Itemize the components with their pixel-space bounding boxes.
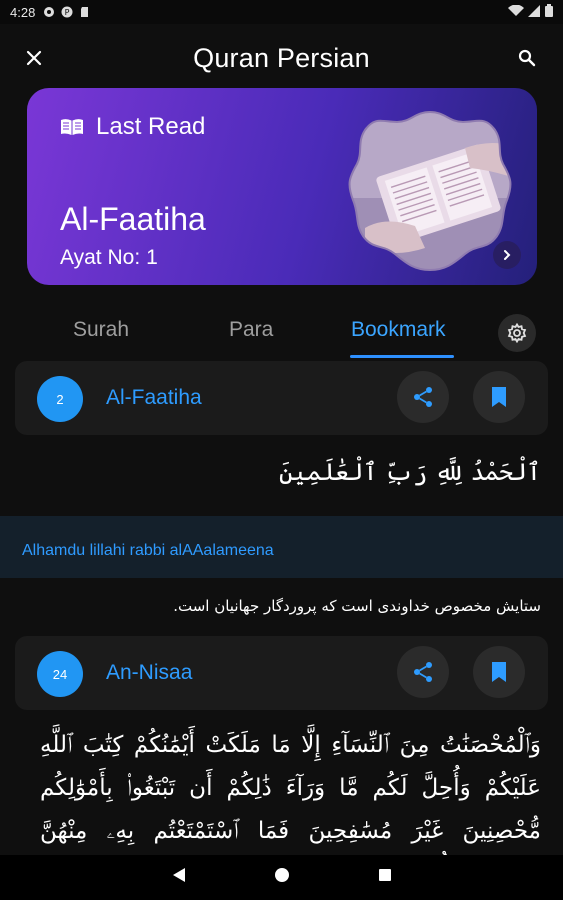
tab-bookmark[interactable]: Bookmark	[351, 318, 446, 342]
battery-icon	[545, 4, 553, 20]
status-bar: 4:28 P	[0, 0, 563, 24]
last-read-header: Last Read	[60, 113, 205, 141]
tab-bar: Surah Para Bookmark	[0, 310, 563, 360]
settings-button[interactable]	[498, 314, 536, 352]
transliteration-band: Alhamdu lillahi rabbi alAAalameena	[0, 516, 563, 578]
chevron-right-icon	[504, 250, 511, 260]
tab-surah[interactable]: Surah	[73, 318, 129, 342]
ayah-number-badge: 24	[37, 651, 83, 697]
quran-book-illustration	[345, 108, 515, 273]
share-icon	[414, 662, 432, 682]
share-button[interactable]	[397, 371, 449, 423]
last-read-label: Last Read	[96, 113, 206, 140]
share-button[interactable]	[397, 646, 449, 698]
ayah-translation: ستایش مخصوص خداوندی است که پروردگار جهان…	[173, 597, 541, 615]
recents-button[interactable]	[378, 868, 392, 887]
recents-square-icon	[378, 869, 391, 881]
ayat-number: 1	[146, 246, 158, 269]
home-circle-icon	[274, 868, 289, 882]
last-read-surah: Al-Faatiha	[60, 201, 206, 237]
active-tab-indicator	[350, 355, 454, 358]
continue-reading-button[interactable]	[493, 241, 521, 269]
signal-icon	[528, 4, 541, 20]
last-read-card[interactable]: Last Read Al-Faatiha Ayat No: 1	[27, 88, 537, 285]
bookmark-surah-name: Al-Faatiha	[106, 386, 202, 409]
svg-text:P: P	[65, 8, 70, 17]
gear-icon	[507, 323, 527, 343]
sd-card-icon	[79, 6, 91, 18]
status-time: 4:28	[10, 4, 36, 20]
ayah-transliteration: Alhamdu lillahi rabbi alAAalameena	[22, 542, 274, 559]
tab-para[interactable]: Para	[229, 318, 273, 342]
bookmark-button[interactable]	[473, 371, 525, 423]
bookmark-button[interactable]	[473, 646, 525, 698]
bookmark-surah-name: An-Nisaa	[106, 661, 193, 684]
ayah-arabic-text: ٱلْحَمْدُ لِلَّهِ رَبِّ ٱلْعَٰلَمِينَ	[279, 458, 541, 486]
wifi-icon	[508, 4, 524, 20]
system-nav-bar	[0, 855, 563, 900]
close-button[interactable]	[20, 44, 48, 72]
share-icon	[414, 387, 432, 407]
bookmark-icon	[492, 387, 506, 407]
ayat-label: Ayat No:	[60, 246, 141, 269]
back-button[interactable]	[172, 867, 186, 888]
search-button[interactable]	[513, 44, 541, 72]
bookmark-row[interactable]: 2 Al-Faatiha	[15, 361, 548, 435]
app-title: Quran Persian	[193, 42, 370, 73]
bookmark-icon	[492, 662, 506, 682]
close-icon	[26, 50, 42, 66]
back-triangle-icon	[172, 868, 185, 882]
book-icon	[61, 119, 83, 135]
home-button[interactable]	[274, 867, 290, 888]
p-status-icon: P	[61, 6, 73, 18]
gear-status-icon	[43, 6, 55, 18]
search-icon	[518, 49, 536, 67]
app-bar: Quran Persian	[0, 24, 563, 92]
last-read-ayat: Ayat No: 1	[60, 246, 158, 270]
ayah-number-badge: 2	[37, 376, 83, 422]
bookmark-row[interactable]: 24 An-Nisaa	[15, 636, 548, 710]
